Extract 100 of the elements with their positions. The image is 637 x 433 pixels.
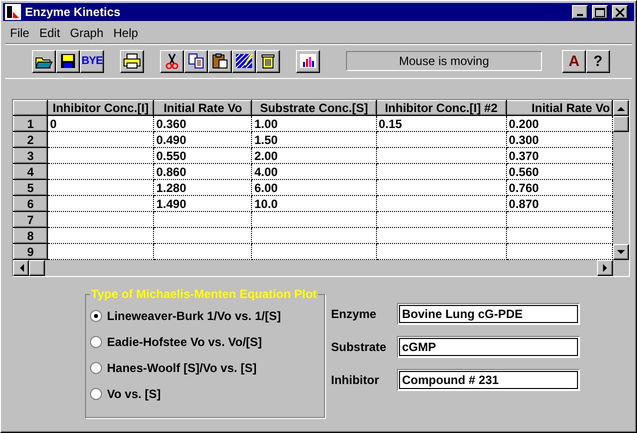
table-cell[interactable]: 0.860 [154, 164, 252, 180]
up-arrow-icon [617, 106, 625, 110]
status-panel: Mouse is moving [346, 51, 542, 71]
field-label: Enzyme [331, 307, 378, 321]
table-cell[interactable] [376, 228, 506, 244]
table-cell[interactable]: 1.280 [154, 180, 252, 196]
table-cell[interactable] [48, 212, 154, 228]
copy-button[interactable] [184, 50, 208, 72]
table-cell[interactable] [376, 148, 506, 164]
table-cell[interactable] [48, 132, 154, 148]
table-cell[interactable] [48, 196, 154, 212]
table-cell[interactable]: 4.00 [252, 164, 376, 180]
row-header[interactable]: 8 [14, 228, 48, 244]
column-header[interactable]: Initial Rate Vo [506, 100, 612, 116]
printer-icon [123, 53, 141, 69]
table-cell[interactable] [48, 180, 154, 196]
table-cell[interactable]: 0.360 [154, 116, 252, 132]
trash-icon [259, 53, 277, 69]
menu-item[interactable]: File [5, 26, 34, 40]
menu-item[interactable]: Help [108, 26, 144, 40]
table-cell[interactable] [252, 212, 376, 228]
minimize-icon [577, 14, 583, 16]
table-cell[interactable]: 6.00 [252, 180, 376, 196]
scroll-thumb[interactable] [29, 260, 45, 276]
table-cell[interactable] [376, 196, 506, 212]
maximize-icon [595, 8, 605, 16]
field-label: Inhibitor [331, 373, 380, 387]
maximize-button[interactable] [592, 5, 608, 19]
window-title: Enzyme Kinetics [25, 5, 122, 19]
row-header[interactable]: 1 [14, 116, 48, 132]
column-header[interactable]: Substrate Conc.[S] [252, 100, 376, 116]
table-cell[interactable] [48, 148, 154, 164]
table-cell[interactable]: 0.15 [376, 116, 506, 132]
radio-option[interactable]: Hanes-Woolf [S]/Vo vs. [S] [90, 355, 320, 381]
row-header[interactable]: 3 [14, 148, 48, 164]
cut-button[interactable] [160, 50, 184, 72]
app-icon [5, 4, 21, 20]
radio-option[interactable]: Eadie-Hofstee Vo vs. Vo/[S] [90, 329, 320, 355]
open-button[interactable] [32, 50, 56, 72]
menu-item[interactable]: Edit [34, 26, 66, 40]
row-header[interactable]: 6 [14, 196, 48, 212]
delete-button[interactable] [256, 50, 280, 72]
chart-button[interactable] [296, 50, 320, 72]
save-button[interactable] [56, 50, 80, 72]
table-cell[interactable]: 10.0 [252, 196, 376, 212]
input-field[interactable]: Compound # 231 [397, 369, 580, 391]
radio-icon[interactable] [90, 362, 102, 374]
minimize-button[interactable] [572, 5, 588, 19]
menu-item[interactable]: Graph [65, 26, 108, 40]
table-cell[interactable] [48, 228, 154, 244]
row-header[interactable]: 9 [14, 244, 48, 260]
table-cell[interactable]: 1.490 [154, 196, 252, 212]
horizontal-scrollbar[interactable] [13, 260, 613, 276]
hatched-pattern-icon [235, 53, 253, 69]
paste-button[interactable] [208, 50, 232, 72]
table-cell[interactable] [376, 180, 506, 196]
column-header[interactable]: Initial Rate Vo [154, 100, 252, 116]
radio-icon[interactable] [90, 388, 102, 400]
column-header[interactable]: Inhibitor Conc.[I] [48, 100, 154, 116]
table-cell[interactable] [252, 228, 376, 244]
scroll-thumb[interactable] [613, 116, 629, 132]
table-cell[interactable]: 0 [48, 116, 154, 132]
input-field[interactable]: Bovine Lung cG-PDE [397, 303, 580, 325]
table-cell[interactable]: 2.00 [252, 148, 376, 164]
table-cell[interactable]: 1.50 [252, 132, 376, 148]
input-field[interactable]: cGMP [397, 336, 580, 358]
group-title: Type of Michaelis-Menten Equation Plot [90, 287, 318, 301]
scissors-icon [163, 53, 181, 69]
radio-option[interactable]: Vo vs. [S] [90, 381, 320, 407]
close-button[interactable] [612, 5, 628, 19]
table-cell[interactable]: 0.550 [154, 148, 252, 164]
exit-button[interactable]: BYE [80, 50, 104, 72]
print-button[interactable] [120, 50, 144, 72]
row-header[interactable]: 7 [14, 212, 48, 228]
table-cell[interactable]: 0.490 [154, 132, 252, 148]
row-header[interactable]: 4 [14, 164, 48, 180]
table-cell[interactable]: 1.00 [252, 116, 376, 132]
row-header[interactable]: 5 [14, 180, 48, 196]
table-cell[interactable] [48, 164, 154, 180]
vertical-scrollbar[interactable] [613, 100, 629, 260]
down-arrow-icon [617, 250, 625, 254]
help-button[interactable]: ? [586, 50, 610, 72]
right-arrow-icon [602, 264, 608, 272]
left-arrow-icon [18, 264, 24, 272]
radio-icon[interactable] [90, 310, 102, 322]
radio-option[interactable]: Lineweaver-Burk 1/Vo vs. 1/[S] [90, 303, 320, 329]
clipboard-icon [211, 53, 229, 69]
font-button[interactable]: A [562, 50, 586, 72]
radio-icon[interactable] [90, 336, 102, 348]
column-header[interactable]: Inhibitor Conc.[I] #2 [376, 100, 506, 116]
row-header[interactable]: 2 [14, 132, 48, 148]
table-cell[interactable] [376, 164, 506, 180]
table-cell[interactable] [154, 212, 252, 228]
close-icon [615, 8, 625, 16]
fill-button[interactable] [232, 50, 256, 72]
table-cell[interactable] [376, 132, 506, 148]
bar-chart-icon [299, 53, 317, 69]
table-cell[interactable] [376, 212, 506, 228]
field-label: Substrate [331, 340, 388, 354]
table-cell[interactable] [154, 228, 252, 244]
